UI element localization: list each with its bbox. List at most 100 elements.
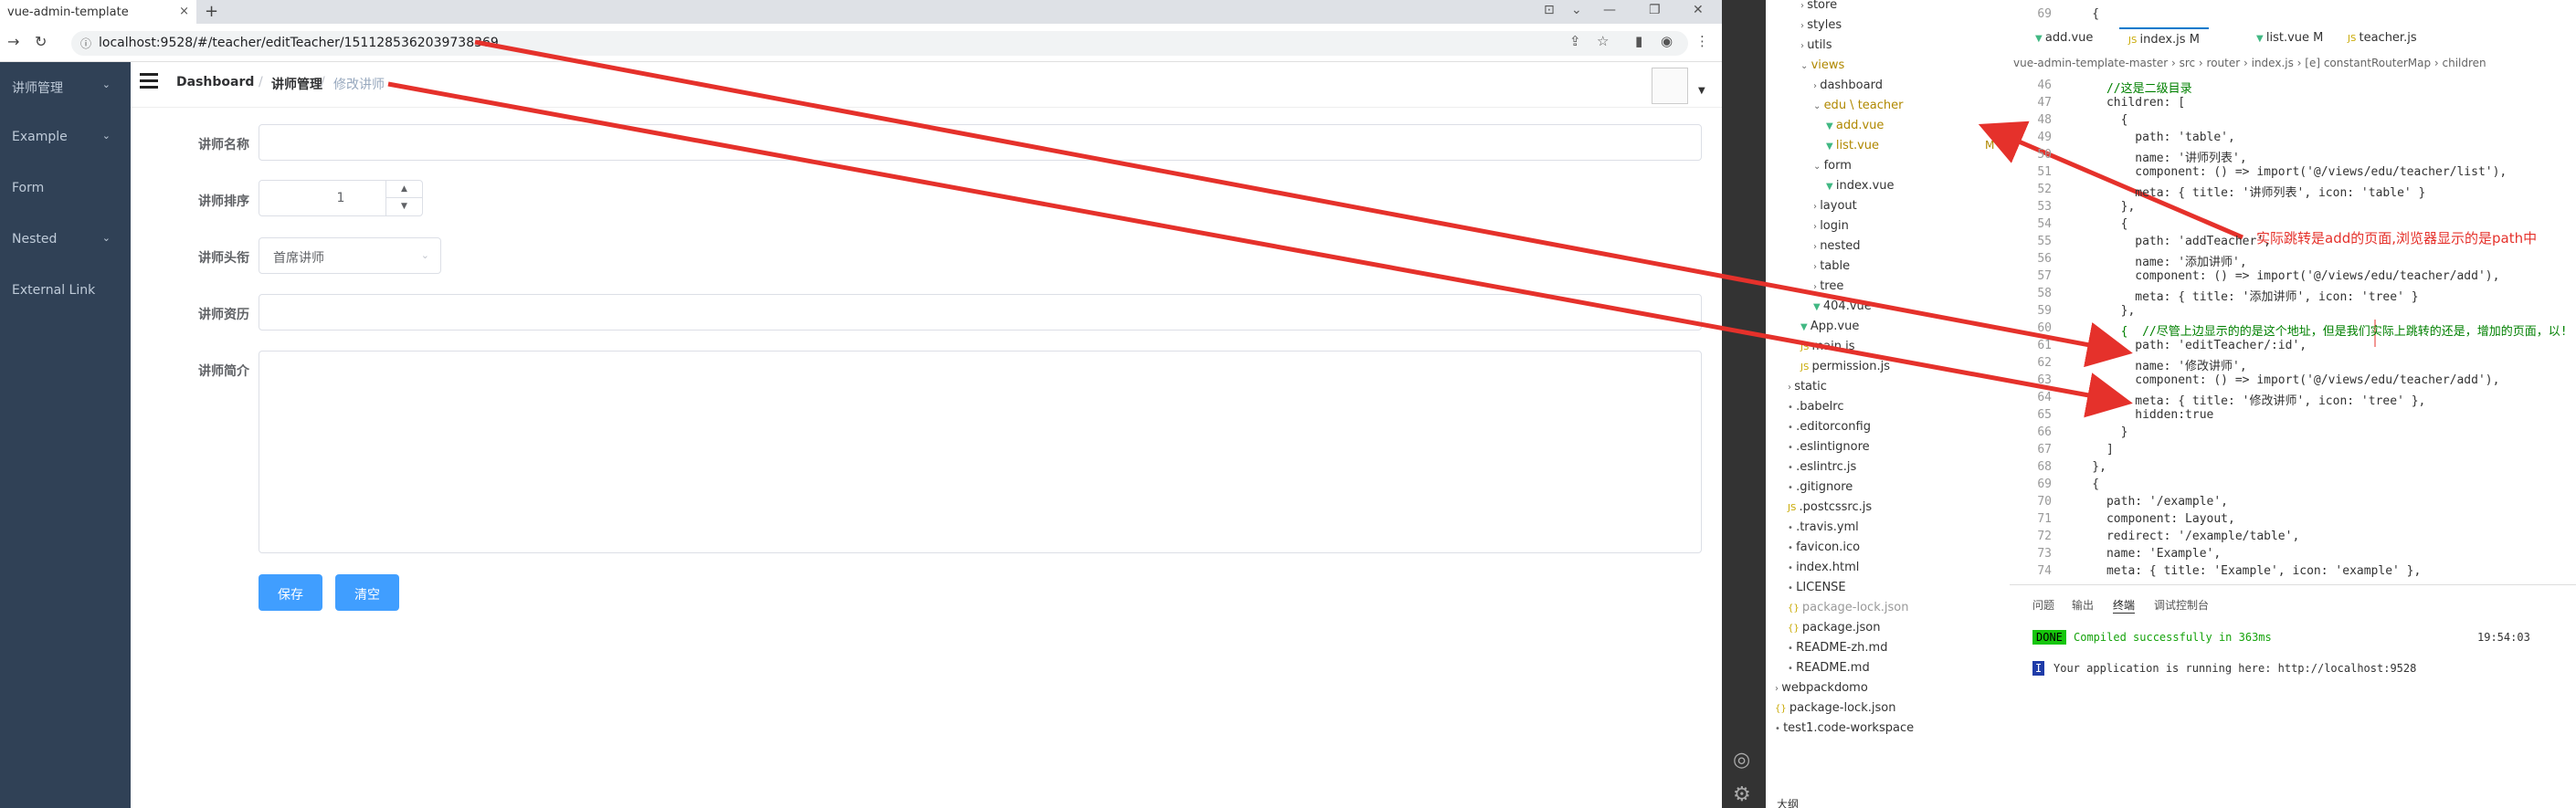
explorer-item[interactable]: • .eslintignore <box>1788 440 1870 460</box>
explorer-item[interactable]: {} package.json <box>1788 621 1881 641</box>
menu-icon[interactable]: ⋮ <box>1695 33 1709 49</box>
explorer-item[interactable]: ⌄ views <box>1800 58 1844 79</box>
code-line[interactable]: }, <box>2064 304 2136 321</box>
account-icon[interactable]: ◎ <box>1733 749 1750 771</box>
maximize-button[interactable]: ❐ <box>1649 3 1661 17</box>
career-input[interactable] <box>259 294 1702 331</box>
intro-textarea[interactable] <box>259 351 1702 553</box>
editor-tab[interactable]: ▼ add.vue <box>2026 27 2102 51</box>
decrease-icon[interactable]: ▼ <box>385 198 422 215</box>
panel-tab[interactable]: 终端 <box>2113 597 2136 614</box>
explorer-item[interactable]: JS .postcssrc.js <box>1788 500 1872 520</box>
name-input[interactable] <box>259 124 1702 161</box>
code-line[interactable]: meta: { title: '讲师列表', icon: 'table' } <box>2064 183 2425 200</box>
explorer-item[interactable]: › store <box>1800 0 1837 18</box>
code-line[interactable]: meta: { title: '修改讲师', icon: 'tree' }, <box>2064 391 2425 408</box>
settings-gear-icon[interactable]: ⚙ <box>1733 783 1751 806</box>
star-icon[interactable]: ☆ <box>1597 33 1609 49</box>
editor-tab[interactable]: JS index.js M <box>2119 27 2209 51</box>
explorer-item[interactable]: JS main.js <box>1800 340 1854 360</box>
share-icon[interactable]: ⇪ <box>1569 33 1581 49</box>
breadcrumb-teacher[interactable]: 讲师管理 <box>271 75 322 93</box>
code-line[interactable]: hidden:true <box>2064 408 2213 425</box>
explorer-item[interactable]: JS permission.js <box>1800 360 1890 380</box>
code-line[interactable]: path: 'editTeacher/:id', <box>2064 339 2307 356</box>
code-line[interactable]: }, <box>2064 200 2136 217</box>
explorer-item[interactable]: • README-zh.md <box>1788 641 1887 661</box>
explorer-item[interactable]: • .gitignore <box>1788 480 1853 500</box>
tab-close-icon[interactable]: × <box>179 5 189 18</box>
code-line[interactable]: { <box>2064 477 2099 495</box>
level-select[interactable]: 首席讲师 ⌄ <box>259 237 441 274</box>
code-line[interactable]: name: '添加讲师', <box>2064 252 2246 269</box>
sidebar-item[interactable]: Nested ⌄ <box>0 215 131 267</box>
explorer-item[interactable]: • .travis.yml <box>1788 520 1859 540</box>
save-button[interactable]: 保存 <box>259 574 322 611</box>
code-line[interactable]: { //尽管上边显示的的是这个地址，但是我们实际上跳转的还是，增加的页面，以! <box>2064 321 2568 339</box>
explorer-item[interactable]: › static <box>1788 380 1827 400</box>
code-line[interactable]: { <box>2064 217 2128 235</box>
code-line[interactable]: component: Layout, <box>2064 512 2235 530</box>
code-line[interactable]: redirect: '/example/table', <box>2064 530 2299 547</box>
explorer-item[interactable]: ▼ add.vue <box>1826 119 1884 139</box>
explorer-item[interactable]: ⌄ edu \ teacher <box>1813 99 1904 119</box>
code-line[interactable]: component: () => import('@/views/edu/tea… <box>2064 269 2499 287</box>
sidebar-item[interactable]: Example ⌄ <box>0 113 131 164</box>
explorer-item[interactable]: {} package-lock.json <box>1788 601 1908 621</box>
caret-down-icon[interactable]: ▼ <box>1698 86 1705 96</box>
code-line[interactable]: path: 'addTeacher', <box>2064 235 2271 252</box>
explorer-item[interactable]: › login <box>1813 219 1849 239</box>
code-line[interactable]: component: () => import('@/views/edu/tea… <box>2064 373 2499 391</box>
increase-icon[interactable]: ▲ <box>385 181 422 198</box>
code-line[interactable]: path: '/example', <box>2064 495 2228 512</box>
code-line[interactable]: path: 'table', <box>2064 131 2235 148</box>
sidebar-item[interactable]: Form <box>0 164 131 215</box>
explorer-item[interactable]: ▼ App.vue <box>1800 320 1859 340</box>
url-input[interactable]: ⓘ localhost:9528/#/teacher/editTeacher/1… <box>71 31 1688 56</box>
code-line[interactable]: meta: { title: '添加讲师', icon: 'tree' } <box>2064 287 2418 304</box>
explorer-item[interactable]: › table <box>1813 259 1850 279</box>
explorer-item[interactable]: › tree <box>1813 279 1843 299</box>
sidebar-item[interactable]: External Link <box>0 267 131 318</box>
browser-tab[interactable]: vue-admin-template × <box>0 0 196 24</box>
editor-tab[interactable]: JS teacher.js <box>2338 27 2426 51</box>
explorer-item[interactable]: › styles <box>1800 18 1842 38</box>
editor-tab[interactable]: ▼ list.vue M <box>2247 27 2332 51</box>
clear-button[interactable]: 清空 <box>335 574 399 611</box>
code-line[interactable]: name: 'Example', <box>2064 547 2221 564</box>
avatar[interactable] <box>1652 68 1688 104</box>
explorer-item[interactable]: › nested <box>1813 239 1861 259</box>
code-line[interactable]: children: [ <box>2064 96 2185 113</box>
profile-icon[interactable]: ◉ <box>1661 33 1673 49</box>
explorer-item[interactable]: {} package-lock.json <box>1775 701 1895 721</box>
explorer-item[interactable]: • .babelrc <box>1788 400 1844 420</box>
explorer-item[interactable]: ▼ list.vue M <box>1826 139 1994 159</box>
code-line[interactable]: name: '修改讲师', <box>2064 356 2246 373</box>
explorer-item[interactable]: ▼ index.vue <box>1826 179 1895 199</box>
explorer-item[interactable]: • index.html <box>1788 561 1859 581</box>
panel-tab[interactable]: 调试控制台 <box>2154 597 2209 613</box>
explorer-item[interactable]: › layout <box>1813 199 1857 219</box>
explorer-item[interactable]: • README.md <box>1788 661 1870 681</box>
breadcrumb-dashboard[interactable]: Dashboard <box>176 75 254 89</box>
code-line[interactable]: }, <box>2064 460 2106 477</box>
forward-icon[interactable]: → <box>7 33 19 50</box>
explorer-item[interactable]: › utils <box>1800 38 1832 58</box>
new-tab-button[interactable]: + <box>205 2 218 21</box>
cast-icon[interactable]: ⊡ <box>1544 3 1555 17</box>
outline-label[interactable]: 大纲 <box>1777 796 1799 808</box>
sidebar-item[interactable]: 讲师管理 ⌄ <box>0 62 131 113</box>
explorer-item[interactable]: • test1.code-workspace <box>1775 721 1914 741</box>
code-line[interactable]: component: () => import('@/views/edu/tea… <box>2064 165 2507 183</box>
explorer-item[interactable]: • LICENSE <box>1788 581 1846 601</box>
code-line[interactable]: } <box>2064 425 2128 443</box>
explorer-item[interactable]: ⌄ form <box>1813 159 1852 179</box>
info-icon[interactable]: ⓘ <box>80 36 91 51</box>
code-line[interactable]: //这是二级目录 <box>2064 79 2192 96</box>
panel-tab[interactable]: 输出 <box>2072 597 2094 613</box>
explorer-item[interactable]: • .eslintrc.js <box>1788 460 1856 480</box>
hamburger-icon[interactable] <box>140 73 158 89</box>
code-line[interactable]: { <box>2064 7 2099 25</box>
explorer-item[interactable]: › dashboard <box>1813 79 1883 99</box>
explorer-item[interactable]: ▼ 404.vue <box>1813 299 1872 320</box>
